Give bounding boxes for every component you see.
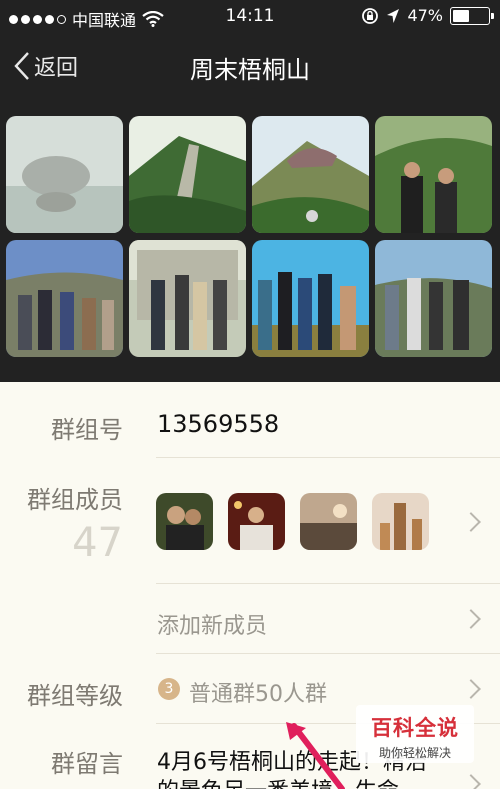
pointer-arrow-annotation <box>286 722 345 789</box>
member-avatar[interactable] <box>156 493 213 550</box>
group-level-value: 普通群50人群 <box>189 682 327 707</box>
group-members-row[interactable]: 群组成员 47 <box>0 458 500 584</box>
photo-thumbnail[interactable] <box>6 116 123 233</box>
status-bar: 中国联通 14:11 47% <box>0 0 500 34</box>
photo-thumbnail[interactable] <box>375 116 492 233</box>
location-arrow-icon <box>387 8 400 23</box>
header-area: 中国联通 14:11 47% 返回 周末梧桐山 <box>0 0 500 382</box>
group-members-count: 47 <box>72 520 123 566</box>
group-message-label: 群留言 <box>51 750 123 778</box>
photo-thumbnail[interactable] <box>252 116 369 233</box>
battery-icon <box>450 6 494 25</box>
battery-percent: 47% <box>407 6 443 25</box>
group-id-row: 群组号 13569558 <box>0 382 500 458</box>
watermark-subtitle: 助你轻松解决 <box>378 746 451 760</box>
group-message-line-2: 的景色足一番美境，生命 <box>157 773 399 789</box>
page-title: 周末梧桐山 <box>190 56 310 84</box>
member-avatar[interactable] <box>228 493 285 550</box>
add-member-row[interactable]: 添加新成员 <box>0 584 500 654</box>
group-id-value: 13569558 <box>157 410 280 438</box>
rotation-lock-icon <box>362 7 379 24</box>
member-avatar[interactable] <box>372 493 429 550</box>
photo-thumbnail[interactable] <box>6 240 123 357</box>
add-member-label: 添加新成员 <box>157 614 268 639</box>
watermark-title: 百科全说 <box>371 716 459 740</box>
photo-thumbnail[interactable] <box>129 240 246 357</box>
group-members-label: 群组成员 <box>27 486 123 514</box>
chevron-right-icon <box>461 774 481 789</box>
chevron-right-icon <box>461 679 481 699</box>
photo-thumbnail[interactable] <box>129 116 246 233</box>
photo-grid <box>6 116 494 357</box>
level-badge-icon: 3 <box>158 678 180 700</box>
photo-thumbnail[interactable] <box>252 240 369 357</box>
chevron-right-icon <box>461 512 481 532</box>
watermark-logo: 百科全说 助你轻松解决 <box>356 705 474 763</box>
chevron-right-icon <box>461 609 481 629</box>
member-avatar[interactable] <box>300 493 357 550</box>
group-id-label: 群组号 <box>51 416 123 444</box>
photo-thumbnail[interactable] <box>375 240 492 357</box>
navigation-bar: 返回 周末梧桐山 <box>0 34 500 98</box>
group-level-label: 群组等级 <box>27 682 123 710</box>
